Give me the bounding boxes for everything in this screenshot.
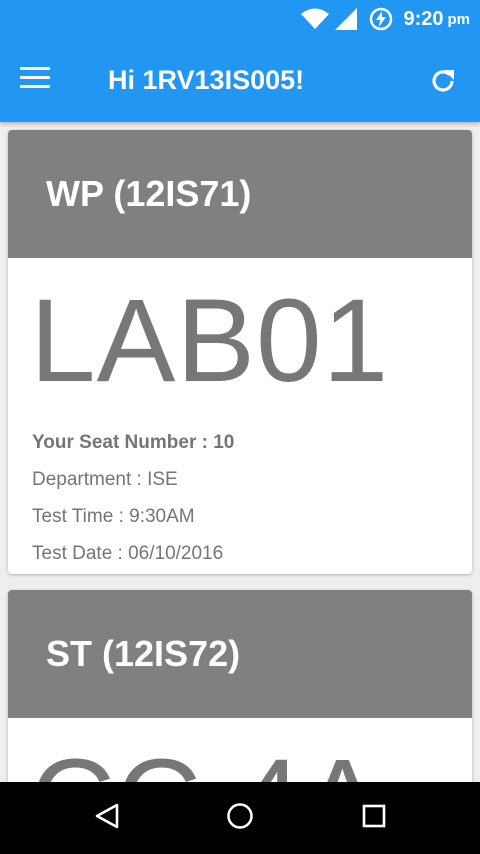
page-title: Hi 1RV13IS005! [108,65,305,95]
navigation-bar [0,782,480,854]
battery-charging-icon [369,7,393,31]
seat-number: Your Seat Number : 10 [32,432,235,453]
card-header: WP (12IS71) [8,130,472,258]
status-icons: 9:20 pm [301,0,470,38]
department: Department : ISE [32,469,178,490]
back-icon [94,802,120,835]
status-bar: 9:20 pm [0,0,480,38]
exam-card[interactable]: ST (12IS72) CC 4A [8,590,472,782]
status-time: 9:20 [403,7,444,30]
app-bar: Hi 1RV13IS005! [0,38,480,122]
home-button[interactable] [222,800,258,836]
menu-button[interactable] [20,62,64,98]
back-button[interactable] [89,800,125,836]
refresh-button[interactable] [428,66,458,96]
recent-apps-icon [361,803,387,834]
refresh-icon [428,70,458,100]
exam-card[interactable]: WP (12IS71) LAB01 Your Seat Number : 10 … [8,130,472,574]
lab-name: CC 4A [8,742,472,782]
hamburger-menu-icon [20,66,50,94]
home-icon [226,802,254,835]
card-header: ST (12IS72) [8,590,472,718]
exam-list[interactable]: WP (12IS71) LAB01 Your Seat Number : 10 … [0,122,480,782]
wifi-icon [301,7,330,31]
status-time-suffix: pm [447,10,471,28]
test-time: Test Time : 9:30AM [32,506,195,527]
test-date: Test Date : 06/10/2016 [32,543,224,564]
recent-apps-button[interactable] [356,800,392,836]
signal-icon [335,8,358,30]
lab-name: LAB01 [30,275,390,407]
